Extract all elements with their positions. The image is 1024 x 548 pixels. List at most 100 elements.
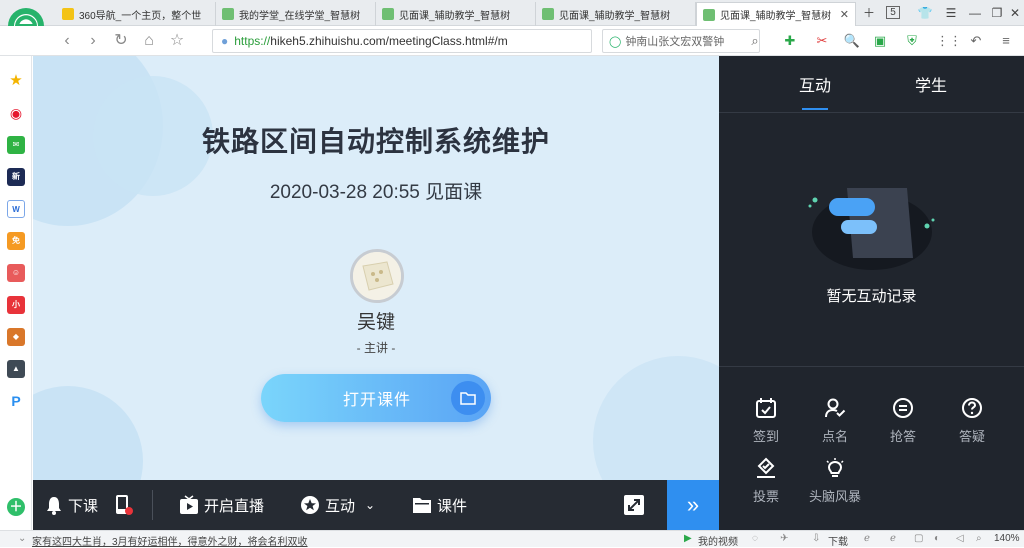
back-icon[interactable]: ‹ (56, 30, 78, 52)
game-scene-icon[interactable]: ▲ (7, 360, 25, 378)
magnifier-icon[interactable]: 🔍 (842, 31, 862, 51)
end-class-button[interactable]: 下课 (45, 480, 98, 530)
background-blob (33, 386, 143, 480)
tab-title: 见面课_辅助教学_智慧树 (559, 10, 671, 22)
scissors-icon[interactable]: ✂ (812, 31, 832, 51)
download-link[interactable]: 下载 (828, 533, 848, 548)
interact-label: 互动 (325, 497, 356, 515)
document-icon[interactable]: W (7, 200, 25, 218)
quick-answer-tool[interactable]: 抢答 (878, 396, 928, 445)
start-live-button[interactable]: 开启直播 (179, 480, 264, 530)
tool-label: 答疑 (958, 429, 985, 444)
tool-label: 头脑风暴 (808, 489, 861, 504)
add-sidebar-icon[interactable]: ＋ (7, 498, 25, 516)
search-field[interactable]: ◯ 钟南山张文宏双警钟 (602, 29, 760, 53)
tab-title: 见面课_辅助教学_智慧树 (399, 10, 511, 22)
pin-icon[interactable]: ✈ (780, 533, 788, 544)
speaker-icon[interactable]: ◁ (956, 533, 964, 544)
background-blob (593, 356, 719, 480)
url-field[interactable]: ● https:// hikeh5.zhihuishu.com/meetingC… (212, 29, 592, 53)
browser-tab[interactable]: 见面课_辅助教学_智慧树 (536, 2, 696, 26)
my-video-link[interactable]: 我的视频 (698, 533, 738, 548)
game-avatar-icon[interactable]: ◆ (7, 328, 25, 346)
close-tab-icon[interactable]: ✕ (840, 8, 849, 21)
game-icon[interactable]: 免 (7, 232, 25, 250)
search-icon[interactable]: ⌕ (745, 31, 765, 51)
audio-icon[interactable]: ◐ (934, 533, 940, 544)
refresh-icon[interactable]: ◌ (752, 533, 758, 544)
interact-dropdown-button[interactable]: 互动 ⌄ (300, 480, 375, 530)
interaction-panel: 互动 学生 暂无互动记录 签到 点名 抢答 答疑 投票 头脑风暴 (719, 56, 1024, 530)
close-window-icon[interactable]: ✕ (1004, 2, 1024, 24)
site-security-icon: ● (221, 34, 229, 48)
weibo-icon[interactable]: ◉ (7, 104, 25, 122)
brainstorm-tool[interactable]: 头脑风暴 (805, 456, 865, 505)
extension-plus-icon[interactable]: ✚ (780, 31, 800, 51)
gamepad-icon[interactable]: ▣ (870, 31, 890, 51)
news-app-icon[interactable]: 新 (7, 168, 25, 186)
meeting-datetime: 2020-03-28 20:55 见面课 (269, 182, 483, 203)
expand-panel-button[interactable]: » (667, 480, 719, 530)
tool-label: 抢答 (889, 429, 916, 444)
reload-icon[interactable]: ↻ (110, 30, 132, 52)
folder-icon (413, 498, 431, 513)
browser-tab-bar: 360导航_一个主页，整个世 我的学堂_在线学堂_智慧树 见面课_辅助教学_智慧… (0, 0, 1024, 26)
empty-chat-illustration-icon (808, 188, 935, 270)
courseware-button[interactable]: 课件 (412, 480, 467, 530)
qa-tool[interactable]: 答疑 (947, 396, 997, 445)
video-play-icon: ▶ (684, 533, 692, 544)
chevron-down-icon[interactable]: ⌄ (18, 533, 26, 544)
shirt-icon[interactable]: 👕 (914, 2, 936, 24)
tab-interact[interactable]: 互动 (785, 72, 845, 96)
tab-favicon-icon (382, 8, 394, 20)
news-ticker-link[interactable]: 家有这四大生肖，3月有好运相伴，得意外之财，将会名利双收 (32, 533, 308, 548)
tab-favicon-icon (542, 8, 554, 20)
browser-tab[interactable]: 360导航_一个主页，整个世 (56, 2, 216, 26)
browser-tab[interactable]: 我的学堂_在线学堂_智慧树 (216, 2, 376, 26)
menu-icon[interactable]: ☰ (940, 2, 962, 24)
grid-icon[interactable]: ⋮⋮ (936, 31, 962, 51)
person-check-icon (810, 396, 860, 420)
tab-count-badge[interactable]: 5 (882, 2, 904, 24)
minimize-icon[interactable]: — (964, 2, 986, 24)
vote-tool[interactable]: 投票 (741, 456, 791, 505)
mobile-device-button[interactable] (115, 480, 133, 530)
roll-call-tool[interactable]: 点名 (810, 396, 860, 445)
toolbar-divider (152, 490, 153, 520)
forward-icon[interactable]: › (82, 30, 104, 52)
shield-icon[interactable]: ⛨ (902, 31, 922, 51)
teacher-role: - 主讲 - (356, 341, 396, 355)
fullscreen-button[interactable] (623, 480, 645, 530)
active-tab-indicator (802, 108, 828, 110)
open-courseware-button[interactable]: 打开课件 (261, 374, 491, 422)
favorites-star-icon[interactable]: ★ (7, 72, 25, 90)
undo-icon[interactable]: ↶ (966, 31, 986, 51)
mini-games-icon[interactable]: 小 (7, 296, 25, 314)
home-icon[interactable]: ⌂ (138, 30, 160, 52)
game-character-icon[interactable]: ☺ (7, 264, 25, 282)
fullscreen-icon (624, 495, 644, 515)
phone-icon (116, 495, 133, 515)
ie-icon[interactable]: ℯ (864, 533, 870, 544)
lightbulb-icon (805, 456, 865, 480)
chevron-down-icon: ⌄ (365, 498, 376, 512)
favorite-star-icon[interactable]: ☆ (166, 30, 188, 52)
search-query: 钟南山张文宏双警钟 (625, 36, 725, 48)
panel-divider (719, 366, 1024, 367)
tab-students[interactable]: 学生 (901, 72, 961, 96)
new-tab-icon[interactable]: ＋ (858, 2, 880, 24)
page-icon[interactable]: ▢ (914, 533, 923, 544)
browser-status-bar: ⌄ 家有这四大生肖，3月有好运相伴，得意外之财，将会名利双收 ▶ 我的视频 ◌ … (0, 530, 1024, 548)
vote-icon (741, 456, 791, 480)
browser-mode-icon[interactable]: ℯ (890, 533, 896, 544)
p-app-icon[interactable]: P (7, 392, 25, 410)
checkin-tool[interactable]: 签到 (741, 396, 791, 445)
bell-icon (47, 497, 61, 515)
browser-tab-active[interactable]: 见面课_辅助教学_智慧树 ✕ (696, 2, 856, 26)
mail-icon[interactable]: ✉ (7, 136, 25, 154)
panel-divider (719, 112, 1024, 113)
zoom-level[interactable]: 140% (994, 533, 1020, 544)
more-icon[interactable]: ≡ (996, 31, 1016, 51)
browser-tab[interactable]: 见面课_辅助教学_智慧树 (376, 2, 536, 26)
tab-favicon-icon (703, 8, 715, 21)
